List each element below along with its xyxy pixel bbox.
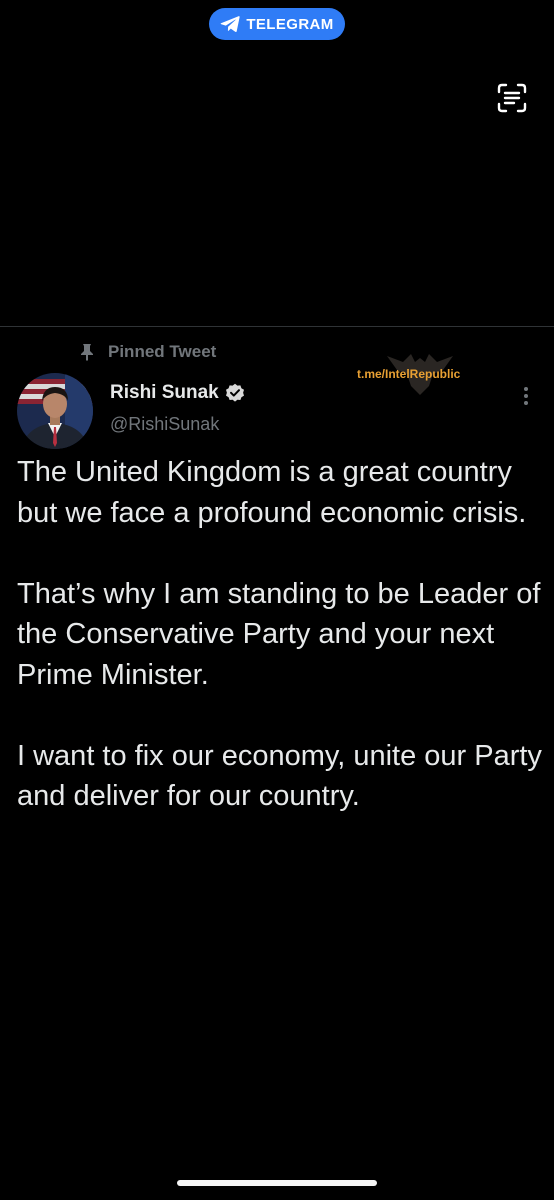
text-scan-icon — [497, 83, 527, 113]
telegram-banner[interactable]: TELEGRAM — [209, 8, 345, 40]
text-scan-button[interactable] — [495, 81, 529, 115]
tweet-paragraph: That’s why I am standing to be Leader of… — [17, 577, 541, 691]
author-handle[interactable]: @RishiSunak — [110, 414, 219, 435]
pinned-tweet-label: Pinned Tweet — [80, 340, 216, 364]
tweet-paragraph: The United Kingdom is a great country bu… — [17, 456, 527, 529]
tweet-text: The United Kingdom is a great country bu… — [17, 452, 542, 857]
author-name[interactable]: Rishi Sunak — [110, 382, 219, 404]
avatar[interactable] — [17, 373, 93, 449]
avatar-photo — [17, 373, 93, 449]
more-vertical-icon — [524, 387, 528, 405]
author-name-row: Rishi Sunak — [110, 382, 245, 404]
watermark-text: t.me/IntelRepublic — [357, 367, 461, 381]
home-indicator[interactable] — [177, 1180, 377, 1186]
more-options-button[interactable] — [516, 385, 536, 407]
telegram-label: TELEGRAM — [246, 15, 334, 33]
telegram-plane-icon — [220, 16, 240, 32]
tweet-paragraph: I want to fix our economy, unite our Par… — [17, 739, 542, 813]
watermark: t.me/IntelRepublic — [355, 348, 480, 398]
divider — [0, 326, 554, 327]
verified-badge-icon — [225, 383, 244, 402]
pin-icon — [81, 344, 93, 361]
pinned-label-text: Pinned Tweet — [108, 342, 217, 361]
